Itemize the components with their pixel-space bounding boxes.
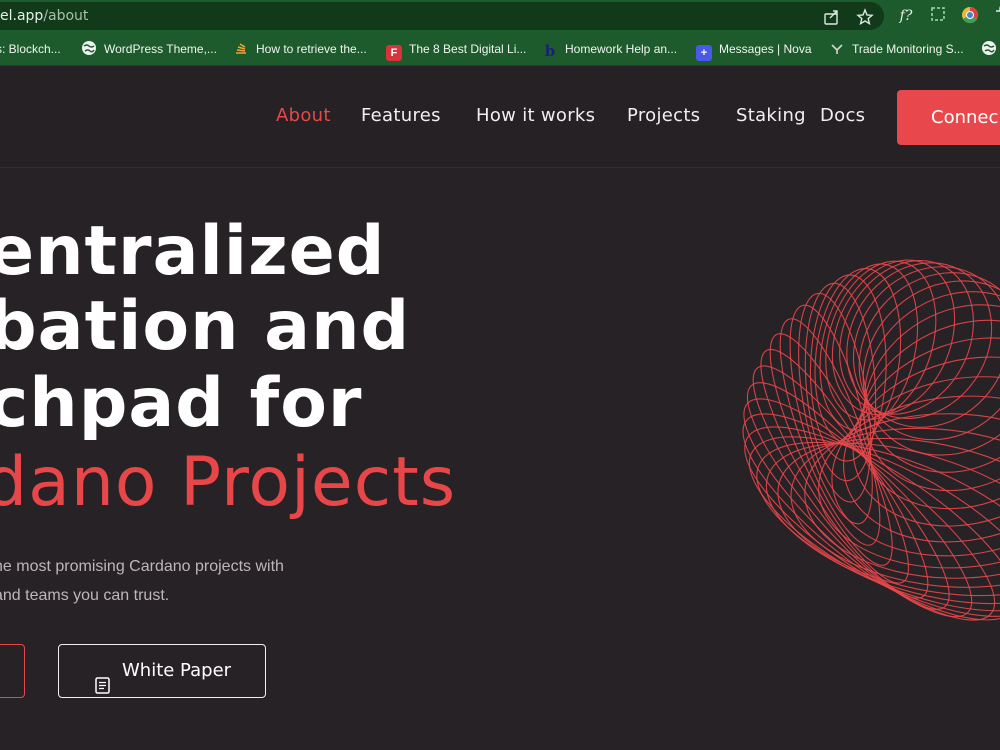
plus-icon: + [696, 45, 712, 61]
bookmark-4[interactable]: F The 8 Best Digital Li... [386, 40, 527, 61]
bookmark-label: Homework Help an... [565, 42, 678, 56]
chrome-colors-icon[interactable] [959, 5, 981, 27]
document-icon [95, 663, 110, 694]
nav-how-it-works[interactable]: How it works [476, 105, 595, 126]
website-viewport: About Features How it works Projects Sta… [0, 67, 1000, 750]
browser-toolbar: el.app/about f? [0, 0, 1000, 32]
url-text[interactable]: el.app/about [0, 8, 88, 24]
tm-icon [829, 40, 845, 56]
launch-app-button[interactable] [0, 644, 25, 698]
bookmark-label: Messages | Nova [719, 42, 812, 56]
nav-features[interactable]: Features [361, 105, 441, 126]
nav-docs[interactable]: Docs [820, 105, 865, 126]
url-path: /about [43, 8, 89, 24]
white-paper-label: White Paper [122, 660, 232, 681]
spiral-illustration [742, 259, 1000, 621]
white-paper-button[interactable]: White Paper [58, 644, 266, 698]
bookmark-label: Trade Monitoring S... [852, 42, 964, 56]
spiral-ring [765, 442, 1000, 605]
spiral-ring [769, 333, 893, 566]
hero-title-line-3: chpad for [0, 364, 363, 443]
bookmark-3[interactable]: How to retrieve the... [233, 40, 367, 58]
bookmarks-bar: s: Blockch... WordPress Theme,... How to… [0, 32, 1000, 66]
globe-icon [81, 40, 97, 56]
hero-subtitle-line-1: he most promising Cardano projects with [0, 558, 284, 575]
stack-icon [233, 40, 249, 56]
star-icon[interactable] [855, 8, 875, 28]
bookmark-1[interactable]: s: Blockch... [0, 40, 61, 58]
nav-about[interactable]: About [276, 105, 331, 126]
spiral-ring [852, 266, 1000, 428]
url-host: el.app [0, 8, 44, 24]
hero-subtitle-line-2: and teams you can trust. [0, 587, 170, 604]
hero-title-line-2: bation and [0, 287, 411, 366]
spiral-ring [798, 292, 872, 503]
bookmark-label: The 8 Best Digital Li... [409, 42, 527, 56]
bookmark-7[interactable]: Trade Monitoring S... [829, 40, 964, 58]
address-bar[interactable]: el.app/about [0, 2, 884, 30]
connect-wallet-button[interactable]: Connec [897, 90, 1000, 145]
nav-staking[interactable]: Staking [736, 105, 806, 126]
bookmark-label: How to retrieve the... [256, 42, 367, 56]
bookmark-6[interactable]: + Messages | Nova [696, 40, 812, 61]
fx-extension-icon[interactable]: f? [895, 5, 917, 27]
spiral-ring [777, 437, 1000, 597]
globe-icon [981, 40, 997, 56]
bookmark-label: WordPress Theme,... [104, 42, 217, 56]
share-icon[interactable] [822, 8, 842, 28]
b-icon: b [544, 42, 556, 60]
bookmark-8[interactable] [981, 40, 1000, 58]
hero-title-accent: dano Projects [0, 443, 457, 522]
hero-title-line-1: entralized [0, 212, 386, 291]
nav-projects[interactable]: Projects [627, 105, 700, 126]
site-navbar: About Features How it works Projects Sta… [0, 67, 1000, 168]
screenshot-icon[interactable] [927, 5, 949, 27]
bookmark-label: s: Blockch... [0, 42, 61, 56]
spiral-ring [852, 337, 1000, 527]
puzzle-icon[interactable] [990, 5, 1000, 27]
f-icon: F [386, 45, 402, 61]
bookmark-5[interactable]: b Homework Help an... [542, 40, 678, 60]
bookmark-2[interactable]: WordPress Theme,... [81, 40, 217, 58]
